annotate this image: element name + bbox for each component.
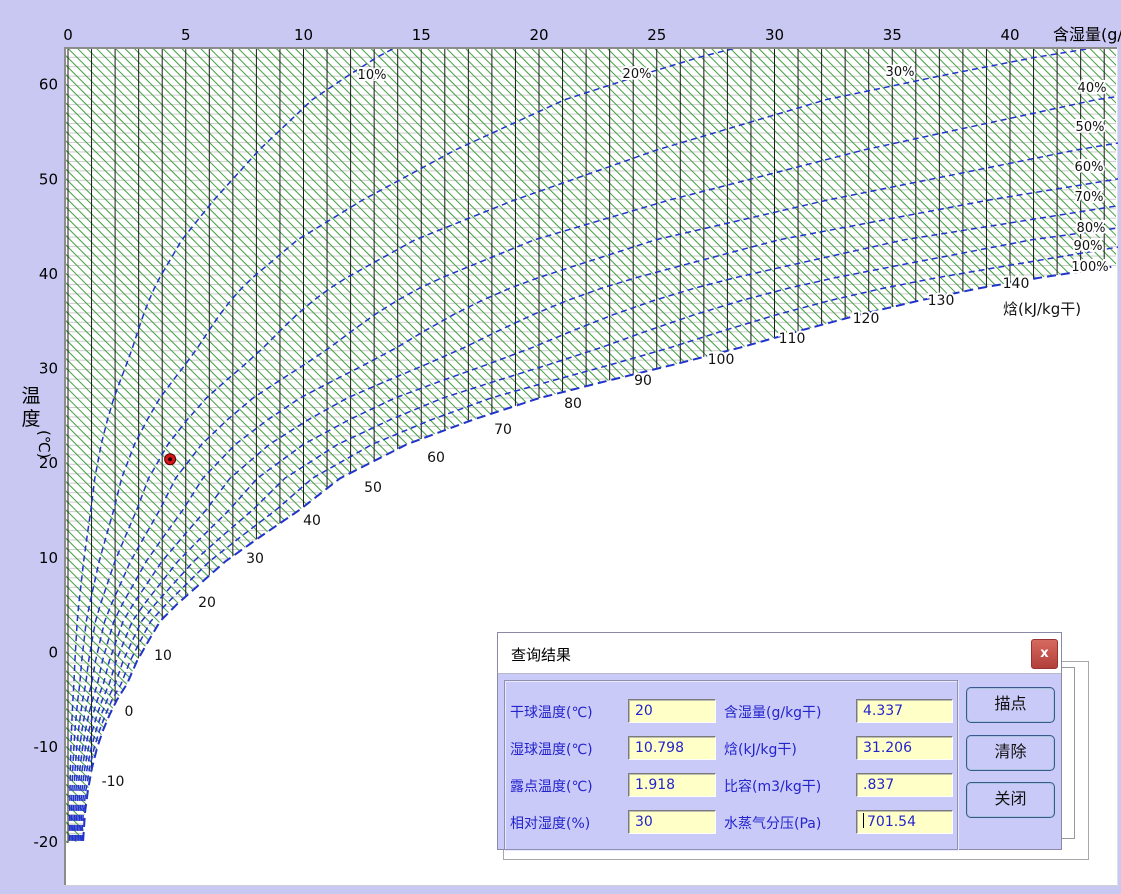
moisture-value: 4.337 xyxy=(863,703,903,719)
vapor-pressure-field[interactable]: 701.54 xyxy=(856,810,953,834)
specific-volume-field[interactable]: .837 xyxy=(856,773,953,797)
relative-humidity-field[interactable]: 30 xyxy=(628,810,716,834)
x-axis-label: 含湿量(g/kg干) xyxy=(1053,25,1121,44)
relative-humidity-label: 相对湿度(%) xyxy=(510,813,590,833)
svg-text:100%: 100% xyxy=(1071,260,1108,275)
svg-text:80: 80 xyxy=(564,396,582,412)
dew-point-value: 1.918 xyxy=(635,777,675,793)
x-axis: 0 5 10 15 20 25 30 35 40 含湿量(g/kg干) xyxy=(63,25,1121,44)
svg-text:40: 40 xyxy=(1000,26,1019,44)
dialog-titlebar[interactable]: 查询结果 x xyxy=(498,633,1061,674)
svg-text:90%: 90% xyxy=(1074,239,1103,254)
wet-bulb-value: 10.798 xyxy=(635,740,684,756)
svg-text:度: 度 xyxy=(21,408,40,430)
svg-text:30: 30 xyxy=(39,360,58,378)
specific-volume-label: 比容(m3/kg干) xyxy=(724,776,821,796)
svg-text:10%: 10% xyxy=(358,68,387,83)
vapor-pressure-value: 701.54 xyxy=(867,814,916,830)
svg-text:40: 40 xyxy=(303,513,321,529)
svg-text:20: 20 xyxy=(529,26,548,44)
moisture-field[interactable]: 4.337 xyxy=(856,699,953,723)
enthalpy-value: 31.206 xyxy=(863,740,912,756)
svg-text:70: 70 xyxy=(494,422,512,438)
svg-text:-10: -10 xyxy=(102,774,125,790)
svg-text:60: 60 xyxy=(39,76,58,94)
svg-text:90: 90 xyxy=(634,373,652,389)
svg-text:20: 20 xyxy=(198,595,216,611)
svg-text:30: 30 xyxy=(246,551,264,567)
svg-text:10: 10 xyxy=(39,549,58,567)
svg-text:130: 130 xyxy=(928,293,955,309)
svg-text:50: 50 xyxy=(364,480,382,496)
svg-text:100: 100 xyxy=(708,352,735,368)
svg-text:温: 温 xyxy=(21,385,40,407)
svg-text:35: 35 xyxy=(883,26,902,44)
dialog-title: 查询结果 xyxy=(511,644,571,665)
svg-text:0: 0 xyxy=(48,644,58,662)
svg-text:-10: -10 xyxy=(34,738,59,756)
plot-point-button[interactable]: 描点 xyxy=(966,687,1055,723)
svg-text:(℃): (℃) xyxy=(35,430,53,459)
svg-text:25: 25 xyxy=(647,26,666,44)
close-icon[interactable]: x xyxy=(1031,639,1058,669)
text-cursor xyxy=(863,813,864,828)
svg-text:20%: 20% xyxy=(623,67,652,82)
y-axis: 6050403020100-10-20温度(℃) xyxy=(21,76,58,851)
enthalpy-label: 焓(kJ/kg干) xyxy=(724,739,797,759)
svg-text:0: 0 xyxy=(125,704,134,720)
dry-bulb-label: 干球温度(℃) xyxy=(510,702,593,722)
svg-text:30: 30 xyxy=(765,26,784,44)
svg-text:10: 10 xyxy=(294,26,313,44)
svg-text:40: 40 xyxy=(39,265,58,283)
svg-text:15: 15 xyxy=(412,26,431,44)
enthalpy-axis-label: 焓(kJ/kg干) xyxy=(1003,300,1081,318)
svg-text:-20: -20 xyxy=(34,833,59,851)
svg-text:10: 10 xyxy=(154,648,172,664)
vapor-pressure-label: 水蒸气分压(Pa) xyxy=(724,813,821,833)
svg-text:60: 60 xyxy=(427,450,445,466)
svg-text:80%: 80% xyxy=(1077,221,1106,236)
moisture-label: 含湿量(g/kg干) xyxy=(724,702,822,722)
svg-text:60%: 60% xyxy=(1075,160,1104,175)
plotted-point xyxy=(165,454,176,465)
svg-text:40%: 40% xyxy=(1078,81,1107,96)
wet-bulb-field[interactable]: 10.798 xyxy=(628,736,716,760)
svg-text:5: 5 xyxy=(181,26,191,44)
clear-button[interactable]: 清除 xyxy=(966,735,1055,771)
svg-text:70%: 70% xyxy=(1075,190,1104,205)
svg-text:110: 110 xyxy=(779,331,806,347)
app-window: { "colors": { "window_bg": "#c8c8f2", "h… xyxy=(0,0,1121,890)
dew-point-field[interactable]: 1.918 xyxy=(628,773,716,797)
relative-humidity-value: 30 xyxy=(635,814,653,830)
query-result-dialog: 查询结果 x 干球温度(℃) 20 含湿量(g/kg干) 4.337 湿球温度(… xyxy=(497,632,1062,850)
svg-text:30%: 30% xyxy=(886,65,915,80)
svg-text:50: 50 xyxy=(39,170,58,188)
svg-text:120: 120 xyxy=(853,311,880,327)
enthalpy-field[interactable]: 31.206 xyxy=(856,736,953,760)
svg-text:0: 0 xyxy=(63,26,73,44)
close-button[interactable]: 关闭 xyxy=(966,782,1055,818)
svg-text:140: 140 xyxy=(1003,276,1030,292)
dew-point-label: 露点温度(℃) xyxy=(510,776,593,796)
specific-volume-value: .837 xyxy=(863,777,894,793)
wet-bulb-label: 湿球温度(℃) xyxy=(510,739,593,759)
dry-bulb-value: 20 xyxy=(635,703,653,719)
svg-text:50%: 50% xyxy=(1076,120,1105,135)
dry-bulb-field[interactable]: 20 xyxy=(628,699,716,723)
